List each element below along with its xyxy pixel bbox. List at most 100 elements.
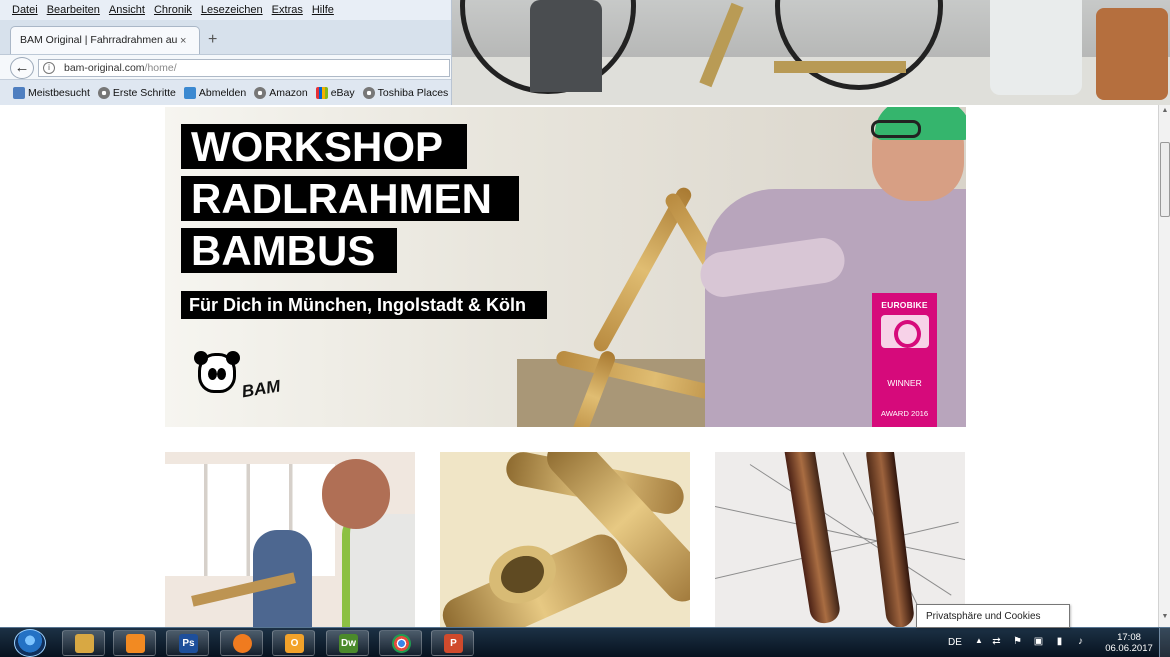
menu-bar: Datei Bearbeiten Ansicht Chronik Lesezei… [0,0,451,20]
scrollbar-thumb[interactable] [1160,142,1170,217]
back-arrow-icon[interactable]: ← [10,57,34,79]
menu-item-bearbeiten[interactable]: Bearbeiten [47,4,100,16]
bam-logo: BAM [191,347,301,413]
foreground-worker [342,514,415,627]
system-tray: DE ▲ ⇄ ⚑ ▣ ▮ ♪ 17:08 06.06.2017 [945,628,1170,657]
menu-item-chronik[interactable]: Chronik [154,4,192,16]
bookmarks-toolbar: Meistbesucht Erste Schritte Abmelden Ama… [0,80,451,105]
globe-icon [362,86,375,99]
bookmark-erste-schritte[interactable]: Erste Schritte [97,86,176,99]
windows-taskbar: Ps O Dw P DE ▲ ⇄ ⚑ ▣ ▮ ♪ 17:08 06.06.201… [0,627,1170,657]
powerpoint-icon: P [444,634,463,653]
wheel-spoke [715,506,965,562]
clock-date: 06.06.2017 [1105,643,1153,654]
globe-icon [254,86,267,99]
url-path: /home/ [144,62,177,74]
workshop-hero-banner[interactable]: WORKSHOP RADLRAHMEN BAMBUS Für Dich in M… [165,107,966,427]
menu-item-extras[interactable]: Extras [272,4,303,16]
glasses [871,120,921,138]
globe-icon [97,86,110,99]
taskbar-explorer-button[interactable] [62,630,105,656]
volume-muted-icon[interactable]: ♪ [1075,636,1086,648]
bookmark-meistbesucht[interactable]: Meistbesucht [13,86,90,99]
menu-item-hilfe[interactable]: Hilfe [312,4,334,16]
taskbar-media-player-button[interactable] [113,630,156,656]
close-tab-icon[interactable]: × [180,35,186,47]
worker-head [322,459,390,529]
show-desktop-button[interactable] [1159,628,1170,657]
bamboo-material-tile[interactable] [440,452,690,627]
info-icon[interactable]: i [43,62,55,74]
taskbar-powerpoint-button[interactable]: P [431,630,474,656]
colored-bag-icon [315,86,328,99]
award-status: WINNER [887,378,922,388]
scroll-up-arrow-icon[interactable]: ▲ [1160,107,1170,119]
firefox-window-chrome: Datei Bearbeiten Ansicht Chronik Lesezei… [0,0,452,105]
bookmark-label: Abmelden [198,86,247,99]
hero-subtitle: Für Dich in München, Ingolstadt & Köln [181,291,547,319]
flag-icon[interactable]: ⚑ [1012,636,1023,648]
bookmark-amazon[interactable]: Amazon [254,86,308,99]
navigation-bar: ← bam-original.com/home/ i [0,54,451,80]
award-year: AWARD 2016 [880,409,929,418]
person-right [990,0,1082,95]
bicycle-fork [782,452,842,626]
privacy-tooltip: Privatsphäre und Cookies [916,604,1070,628]
menu-item-lesezeichen[interactable]: Lesezeichen [201,4,263,16]
device-icon[interactable]: ▣ [1033,636,1044,648]
blue-star-icon [13,86,25,99]
bamboo-frame-tube [774,61,906,73]
media-player-icon [126,634,145,653]
bookmark-label: Meistbesucht [28,86,90,99]
top-bicycle-photo [452,0,1170,105]
explorer-icon [75,634,94,653]
windows-start-icon[interactable] [14,629,46,657]
bookmark-abmelden[interactable]: Abmelden [183,86,247,99]
desktop-screen: Datei Bearbeiten Ansicht Chronik Lesezei… [0,0,1170,657]
hero-title-line-3: BAMBUS [181,228,397,274]
signal-icon[interactable]: ▮ [1054,636,1065,648]
outlook-icon: O [285,634,304,653]
wooden-stand [1096,8,1168,100]
eurobike-award-badge: EUROBIKE WINNER AWARD 2016 [872,293,937,427]
firefox-icon [233,634,252,653]
taskbar-outlook-button[interactable]: O [272,630,315,656]
panda-eye [217,368,226,380]
taskbar-chrome-button[interactable] [379,630,422,656]
scroll-down-arrow-icon[interactable]: ▼ [1160,613,1170,625]
bookmark-label: Amazon [269,86,308,99]
new-tab-icon[interactable]: + [208,31,217,49]
bookmark-label: eBay [330,86,355,99]
panda-ear [194,351,208,365]
person-left [530,0,602,92]
bam-logo-text: BAM [240,376,282,402]
bookmark-ebay[interactable]: eBay [315,86,355,99]
keyboard-language[interactable]: DE [948,637,962,648]
tab-title: BAM Original | Fahrradrahmen au [20,34,178,46]
blue-page-icon [183,86,196,99]
clock[interactable]: 17:08 06.06.2017 [1102,632,1156,654]
workshop-photo-tile[interactable] [165,452,415,627]
page-scrollbar[interactable]: ▲ ▼ [1158,105,1170,627]
menu-item-datei[interactable]: Datei [12,4,38,16]
hero-title-line-2: RADLRAHMEN [181,176,519,222]
bookmark-toshiba-places[interactable]: Toshiba Places [362,86,448,99]
active-tab[interactable]: BAM Original | Fahrradrahmen au [10,26,200,54]
bicycle-fork-tile[interactable] [715,452,965,627]
taskbar-dreamweaver-button[interactable]: Dw [326,630,369,656]
hero-title-line-1: WORKSHOP [181,124,467,170]
award-brand: EUROBIKE [881,300,928,310]
panda-ear [226,351,240,365]
tab-bar: BAM Original | Fahrradrahmen au × + [0,20,451,54]
dreamweaver-icon: Dw [339,634,358,653]
menu-item-ansicht[interactable]: Ansicht [109,4,145,16]
taskbar-firefox-button[interactable] [220,630,263,656]
taskbar-photoshop-button[interactable]: Ps [166,630,209,656]
bam-homepage: WORKSHOP RADLRAHMEN BAMBUS Für Dich in M… [0,105,1158,627]
clock-time: 17:08 [1117,632,1141,643]
panda-eye [208,368,217,380]
award-logo-icon [880,315,929,348]
tray-up-arrow-icon[interactable]: ▲ [975,636,983,645]
network-sharing-icon[interactable]: ⇄ [991,636,1002,648]
address-bar[interactable]: bam-original.com/home/ [38,59,450,77]
